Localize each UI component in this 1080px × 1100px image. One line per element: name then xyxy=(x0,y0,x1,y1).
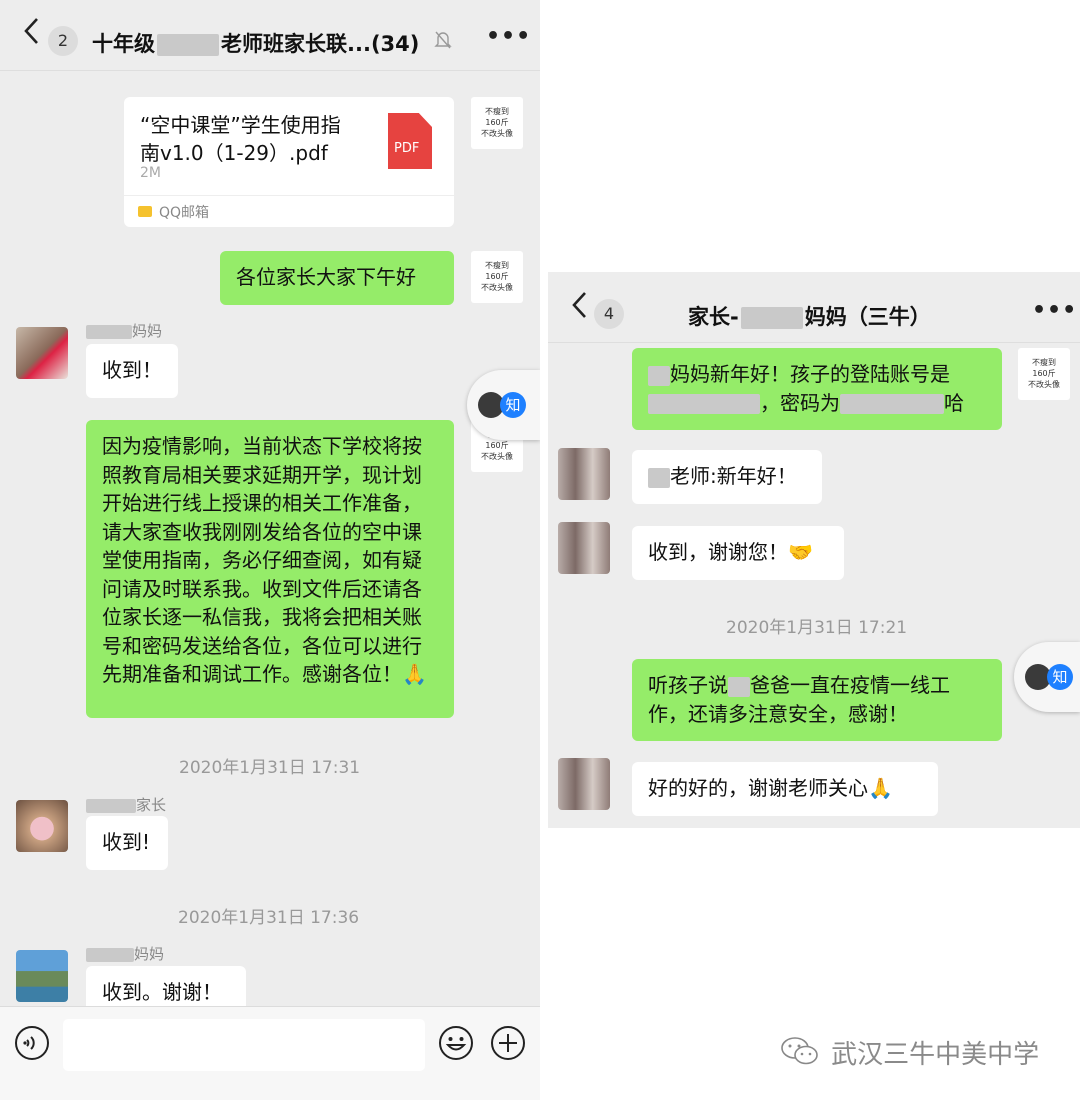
outgoing-message-bubble[interactable]: 妈妈新年好！孩子的登陆账号是 ，密码为哈 xyxy=(632,348,1002,430)
avatar[interactable] xyxy=(558,758,610,810)
mute-bell-icon xyxy=(434,30,452,54)
outgoing-message-bubble[interactable]: 各位家长大家下午好 xyxy=(220,251,454,305)
sender-name: 家长 xyxy=(86,794,166,815)
file-name: “空中课堂”学生使用指 南v1.0（1-29）.pdf xyxy=(140,113,341,165)
self-avatar-sticker: 不瘦到160斤不改头像 xyxy=(1018,348,1070,400)
more-options-button[interactable]: ••• xyxy=(486,24,531,49)
avatar[interactable] xyxy=(16,800,68,852)
zhihu-icon: 知 xyxy=(500,392,526,418)
pray-emoji-icon: 🙏 xyxy=(868,776,893,800)
emoji-icon[interactable] xyxy=(438,1025,474,1065)
redacted-name xyxy=(157,34,219,56)
self-avatar-sticker: 不瘦到160斤不改头像 xyxy=(471,251,523,303)
redacted-name xyxy=(740,307,803,329)
pray-emoji-icon: 🙏 xyxy=(402,662,427,686)
file-size: 2M xyxy=(140,165,161,181)
sender-name: 妈妈 xyxy=(86,320,162,341)
timestamp: 2020年1月31日 17:36 xyxy=(178,908,360,928)
avatar[interactable] xyxy=(16,327,68,379)
title-prefix: 十年级 xyxy=(92,32,155,56)
chat-title: 十年级 老师班家长联...(34) xyxy=(92,28,419,58)
file-message-card[interactable]: “空中课堂”学生使用指 南v1.0（1-29）.pdf 2M PDF QQ邮箱 xyxy=(124,97,454,227)
title-suffix: 老师班家长联... xyxy=(221,32,371,56)
incoming-message-bubble[interactable]: 收到，谢谢您！🤝 xyxy=(632,526,844,580)
message-input[interactable] xyxy=(63,1019,425,1071)
chat-header: 4 家长- 妈妈（三牛） ••• xyxy=(548,272,1080,343)
card-divider xyxy=(124,195,454,196)
outgoing-message-bubble[interactable]: 因为疫情影响，当前状态下学校将按照教育局相关要求延期开学，现计划开始进行线上授课… xyxy=(86,420,454,718)
floating-assistant-button[interactable]: 知 xyxy=(1014,642,1080,712)
avatar[interactable] xyxy=(16,950,68,1002)
more-options-button[interactable]: ••• xyxy=(1032,298,1077,323)
floating-assistant-button[interactable]: 知 xyxy=(467,370,540,440)
pdf-file-icon: PDF xyxy=(388,113,432,169)
input-bar xyxy=(0,1006,540,1100)
avatar[interactable] xyxy=(558,448,610,500)
incoming-message-bubble[interactable]: 收到！ xyxy=(86,344,178,398)
unread-count-badge[interactable]: 2 xyxy=(48,26,78,56)
self-avatar-sticker: 不瘦到160斤不改头像 xyxy=(471,97,523,149)
watermark: 武汉三牛中美中学 xyxy=(780,1034,1039,1071)
back-chevron-icon[interactable] xyxy=(570,290,588,328)
incoming-message-bubble[interactable]: 好的好的，谢谢老师关心🙏 xyxy=(632,762,938,816)
timestamp: 2020年1月31日 17:21 xyxy=(726,618,908,638)
avatar[interactable] xyxy=(558,522,610,574)
incoming-message-bubble[interactable]: 老师:新年好！ xyxy=(632,450,822,504)
incoming-message-bubble[interactable]: 收到! xyxy=(86,816,168,870)
back-chevron-icon[interactable] xyxy=(22,16,40,54)
voice-icon[interactable] xyxy=(14,1025,50,1065)
zhihu-icon: 知 xyxy=(1047,664,1073,690)
outgoing-message-bubble[interactable]: 听孩子说 爸爸一直在疫情一线工 作，还请多注意安全，感谢！ xyxy=(632,659,1002,741)
timestamp: 2020年1月31日 17:31 xyxy=(179,758,361,778)
qq-mail-icon xyxy=(138,206,152,217)
chat-header: 2 十年级 老师班家长联...(34) ••• xyxy=(0,0,540,71)
member-count: (34) xyxy=(370,32,420,56)
file-source: QQ邮箱 xyxy=(159,205,210,221)
private-chat-panel: 4 家长- 妈妈（三牛） ••• 妈妈新年好！孩子的登陆账号是 ，密码为哈 不瘦到… xyxy=(548,272,1080,828)
chat-title: 家长- 妈妈（三牛） xyxy=(688,305,931,329)
unread-count-badge[interactable]: 4 xyxy=(594,299,624,329)
handshake-emoji-icon: 🤝 xyxy=(788,540,813,564)
add-plus-icon[interactable] xyxy=(490,1025,526,1065)
group-chat-panel: 2 十年级 老师班家长联...(34) ••• “空中课堂”学生使用指 南v1.0… xyxy=(0,0,540,1100)
wechat-logo-icon xyxy=(780,1035,820,1071)
sender-name: 妈妈 xyxy=(86,943,164,964)
